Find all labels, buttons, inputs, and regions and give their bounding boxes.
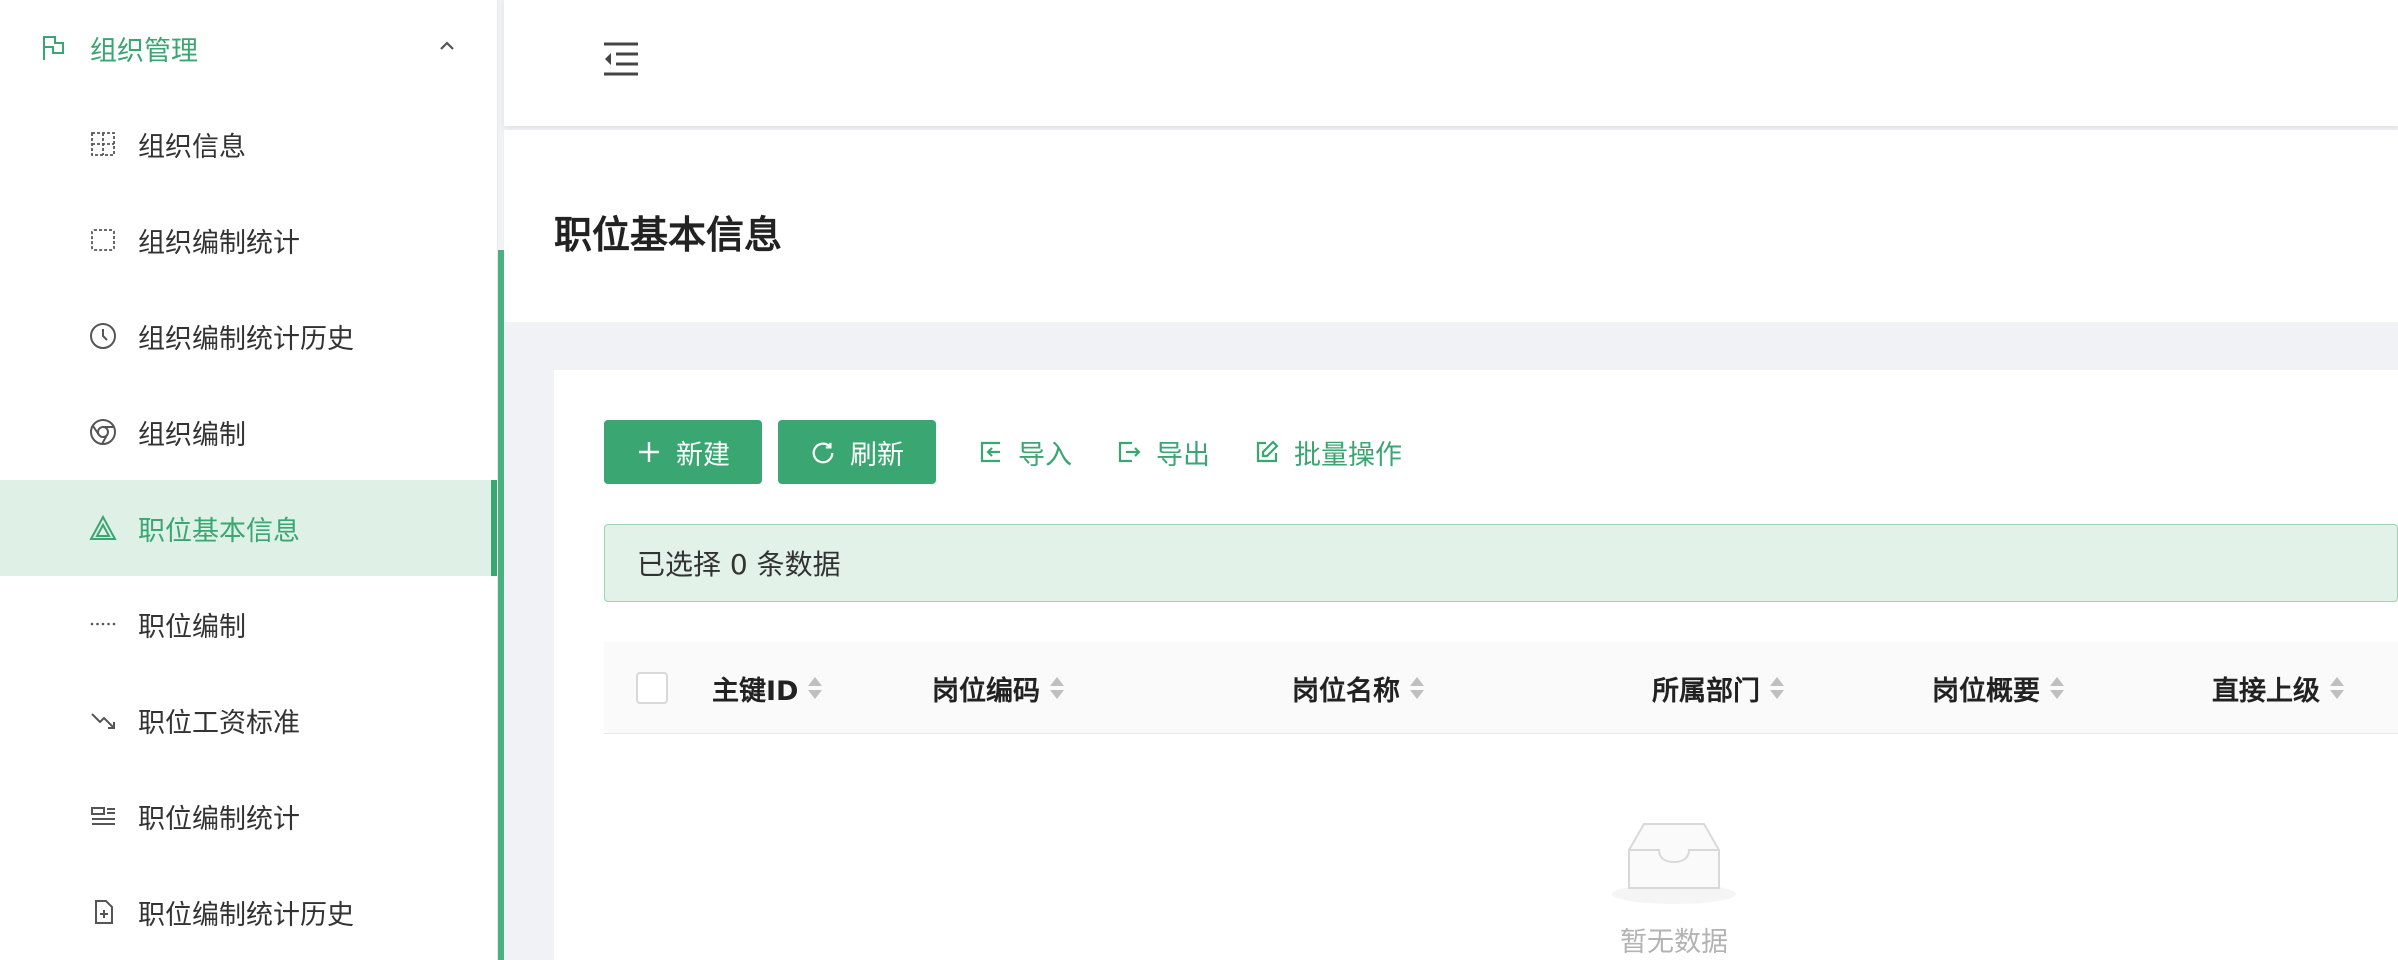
sidebar-group-label: 组织管理 [90,35,198,67]
sidebar-item-org-establishment-stats-history[interactable]: 组织编制统计历史 [0,288,497,384]
selection-count-text: 已选择 0 条数据 [637,548,841,581]
page-title: 职位基本信息 [554,213,783,257]
sidebar: 组织管理 组织信息 组织编制统计 组织编制统计历史 组织编制 职位基本信息 职位… [0,0,498,960]
export-icon [1116,439,1142,465]
file-plus-icon [88,897,118,927]
import-button[interactable]: 导入 [960,420,1090,484]
sidebar-item-position-basic-info[interactable]: 职位基本信息 [0,480,497,576]
import-button-label: 导入 [1018,439,1072,471]
sidebar-item-label: 组织编制统计 [138,227,300,259]
selection-alert: 已选择 0 条数据 [604,524,2398,602]
sidebar-item-label: 组织编制 [138,419,246,451]
column-header-position-code[interactable]: 岗位编码 [932,642,1064,734]
column-header-label: 岗位名称 [1292,675,1400,707]
clock-icon [88,321,118,351]
column-header-label: 主键ID [712,675,799,707]
grid-icon [88,129,118,159]
sidebar-item-position-salary-standard[interactable]: 职位工资标准 [0,672,497,768]
sort-icon[interactable] [1770,675,1784,701]
sort-icon[interactable] [808,675,823,701]
empty-text: 暂无数据 [1620,927,1728,958]
column-header-id[interactable]: 主键ID [712,642,823,734]
sidebar-group-org-management[interactable]: 组织管理 [0,0,497,96]
batch-operation-button[interactable]: 批量操作 [1236,420,1420,484]
column-header-label: 直接上级 [2212,675,2320,707]
export-button[interactable]: 导出 [1098,420,1228,484]
dots-icon [88,609,118,639]
plus-icon [636,439,662,465]
column-header-label: 所属部门 [1652,675,1760,707]
triangle-icon [88,513,118,543]
trend-down-icon [88,705,118,735]
sidebar-item-org-establishment-stats[interactable]: 组织编制统计 [0,192,497,288]
sort-icon[interactable] [2330,675,2344,701]
sidebar-item-position-establishment-stats-history[interactable]: 职位编制统计历史 [0,864,497,960]
sidebar-scrollbar[interactable] [498,250,504,960]
table-header: 主键ID 岗位编码 岗位名称 所属部门 岗位概要 直接上级 [604,642,2398,734]
sidebar-item-label: 组织编制统计历史 [138,323,354,355]
import-icon [978,439,1004,465]
sidebar-item-org-info[interactable]: 组织信息 [0,96,497,192]
flag-icon [38,33,68,63]
page-header: 职位基本信息 [504,130,2398,322]
sort-icon[interactable] [1410,675,1424,701]
refresh-button-label: 刷新 [850,439,904,471]
sidebar-item-position-establishment-stats[interactable]: 职位编制统计 [0,768,497,864]
sidebar-item-label: 职位工资标准 [138,707,300,739]
layout-icon [88,801,118,831]
sidebar-item-position-establishment[interactable]: 职位编制 [0,576,497,672]
new-button[interactable]: 新建 [604,420,762,484]
sort-icon[interactable] [2050,675,2064,701]
chevron-up-icon[interactable] [435,34,459,58]
column-header-position-summary[interactable]: 岗位概要 [1932,642,2064,734]
content-card: 新建 刷新 导入 导出 批量操作 已选择 0 条数据 主键ID 岗位编码 岗位名… [554,370,2398,960]
refresh-button[interactable]: 刷新 [778,420,936,484]
sidebar-item-label: 职位编制统计历史 [138,899,354,931]
toolbar: 新建 刷新 导入 导出 批量操作 [604,420,1420,484]
export-button-label: 导出 [1156,439,1210,471]
sidebar-item-label: 职位基本信息 [138,515,300,547]
column-header-position-name[interactable]: 岗位名称 [1292,642,1424,734]
empty-state: 暂无数据 [1584,820,1764,959]
menu-fold-icon[interactable] [600,38,642,80]
sidebar-item-org-establishment[interactable]: 组织编制 [0,384,497,480]
column-header-department[interactable]: 所属部门 [1652,642,1784,734]
edit-icon [1254,439,1280,465]
sidebar-item-label: 职位编制 [138,611,246,643]
sidebar-item-label: 职位编制统计 [138,803,300,835]
top-header [504,0,2398,126]
select-all-checkbox[interactable] [636,672,668,704]
empty-inbox-icon [1584,820,1764,904]
refresh-icon [810,439,836,465]
sidebar-item-label: 组织信息 [138,131,246,163]
chrome-icon [88,417,118,447]
column-header-label: 岗位编码 [932,675,1040,707]
batch-operation-button-label: 批量操作 [1294,439,1402,471]
column-header-label: 岗位概要 [1932,675,2040,707]
sort-icon[interactable] [1050,675,1064,701]
new-button-label: 新建 [676,439,730,471]
column-header-direct-superior[interactable]: 直接上级 [2212,642,2344,734]
dashed-box-icon [88,225,118,255]
